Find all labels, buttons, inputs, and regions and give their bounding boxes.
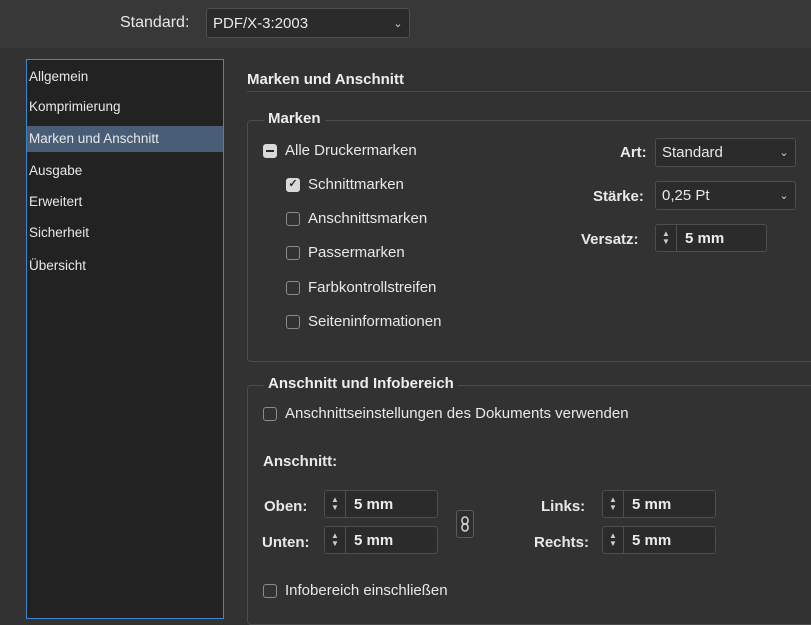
checkbox-icon	[263, 406, 277, 421]
stepper-arrows-icon[interactable]: ▲ ▼	[603, 527, 624, 553]
standard-label: Standard:	[120, 14, 190, 31]
standard-select[interactable]: PDF/X-3:2003 ⌄	[206, 8, 410, 38]
schnittmarken-label: Schnittmarken	[308, 176, 404, 193]
links-stepper[interactable]: ▲ ▼ 5 mm	[602, 490, 716, 518]
sidebar-item-marken-und-anschnitt[interactable]: Marken und Anschnitt	[27, 126, 223, 152]
standard-select-value: PDF/X-3:2003	[213, 14, 309, 32]
sidebar-item-komprimierung[interactable]: Komprimierung	[27, 94, 223, 120]
oben-stepper[interactable]: ▲ ▼ 5 mm	[324, 490, 438, 518]
passermarken-label: Passermarken	[308, 244, 405, 261]
links-value: 5 mm	[632, 495, 672, 513]
anschnitt-label: Anschnitt:	[263, 453, 338, 470]
infobereich-checkbox[interactable]: Infobereich einschließen	[263, 582, 448, 599]
staerke-select[interactable]: 0,25 Pt ⌄	[655, 181, 796, 210]
chevron-down-icon: ⌄	[779, 190, 789, 202]
title-divider	[247, 91, 811, 92]
unten-stepper[interactable]: ▲ ▼ 5 mm	[324, 526, 438, 554]
anschnittsmarken-checkbox[interactable]: Anschnittsmarken	[286, 210, 427, 227]
oben-value: 5 mm	[354, 495, 394, 513]
art-select-value: Standard	[662, 144, 723, 161]
sidebar-item-erweitert[interactable]: Erweitert	[27, 189, 223, 215]
checkbox-icon	[286, 314, 300, 329]
alle-druckermarken-label: Alle Druckermarken	[285, 142, 417, 159]
chevron-down-icon: ⌄	[393, 17, 403, 30]
rechts-value: 5 mm	[632, 531, 672, 549]
stepper-arrows-icon[interactable]: ▲ ▼	[656, 225, 677, 251]
oben-label: Oben:	[264, 498, 308, 515]
links-label: Links:	[541, 498, 586, 515]
checkbox-icon	[286, 211, 300, 226]
infobereich-label: Infobereich einschließen	[285, 582, 448, 599]
dokument-anschnitt-checkbox[interactable]: Anschnittseinstellungen des Dokuments ve…	[263, 405, 629, 422]
marken-legend: Marken	[264, 110, 325, 127]
dokument-anschnitt-label: Anschnittseinstellungen des Dokuments ve…	[285, 405, 629, 422]
unten-value: 5 mm	[354, 531, 394, 549]
stepper-arrows-icon[interactable]: ▲ ▼	[325, 527, 346, 553]
stepper-arrows-icon[interactable]: ▲ ▼	[603, 491, 624, 517]
sidebar-item-uebersicht[interactable]: Übersicht	[27, 253, 223, 279]
sidebar-item-ausgabe[interactable]: Ausgabe	[27, 158, 223, 184]
checkbox-icon	[263, 583, 277, 598]
unten-label: Unten:	[262, 534, 310, 551]
versatz-stepper[interactable]: ▲ ▼ 5 mm	[655, 224, 767, 252]
anschnittsmarken-label: Anschnittsmarken	[308, 210, 428, 227]
art-label: Art:	[620, 144, 647, 161]
chain-link-icon[interactable]	[456, 510, 474, 538]
chain-link-icon-glyph	[461, 516, 469, 532]
category-sidebar: Allgemein Komprimierung Marken und Ansch…	[26, 59, 224, 619]
anschnitt-infobereich-legend: Anschnitt und Infobereich	[264, 375, 458, 392]
rechts-stepper[interactable]: ▲ ▼ 5 mm	[602, 526, 716, 554]
seiteninformationen-label: Seiteninformationen	[308, 313, 442, 330]
staerke-select-value: 0,25 Pt	[662, 187, 710, 204]
seiteninformationen-checkbox[interactable]: Seiteninformationen	[286, 313, 441, 330]
checkbox-icon	[286, 280, 300, 295]
passermarken-checkbox[interactable]: Passermarken	[286, 244, 405, 261]
sidebar-item-sicherheit[interactable]: Sicherheit	[27, 220, 223, 246]
sidebar-item-allgemein[interactable]: Allgemein	[27, 64, 223, 90]
versatz-value: 5 mm	[685, 229, 725, 247]
mixed-checkbox-icon	[263, 143, 277, 158]
rechts-label: Rechts:	[534, 534, 590, 551]
stepper-arrows-icon[interactable]: ▲ ▼	[325, 491, 346, 517]
staerke-label: Stärke:	[593, 188, 644, 205]
versatz-label: Versatz:	[581, 231, 639, 248]
farbkontrollstreifen-label: Farbkontrollstreifen	[308, 279, 437, 296]
checkbox-icon	[286, 245, 300, 260]
page-title: Marken und Anschnitt	[247, 71, 404, 88]
art-select[interactable]: Standard ⌄	[655, 138, 796, 167]
chevron-down-icon: ⌄	[779, 147, 789, 159]
alle-druckermarken-checkbox[interactable]: Alle Druckermarken	[263, 142, 417, 159]
farbkontrollstreifen-checkbox[interactable]: Farbkontrollstreifen	[286, 279, 436, 296]
schnittmarken-checkbox[interactable]: ✓ Schnittmarken	[286, 176, 404, 193]
checkmark-icon: ✓	[286, 177, 300, 192]
